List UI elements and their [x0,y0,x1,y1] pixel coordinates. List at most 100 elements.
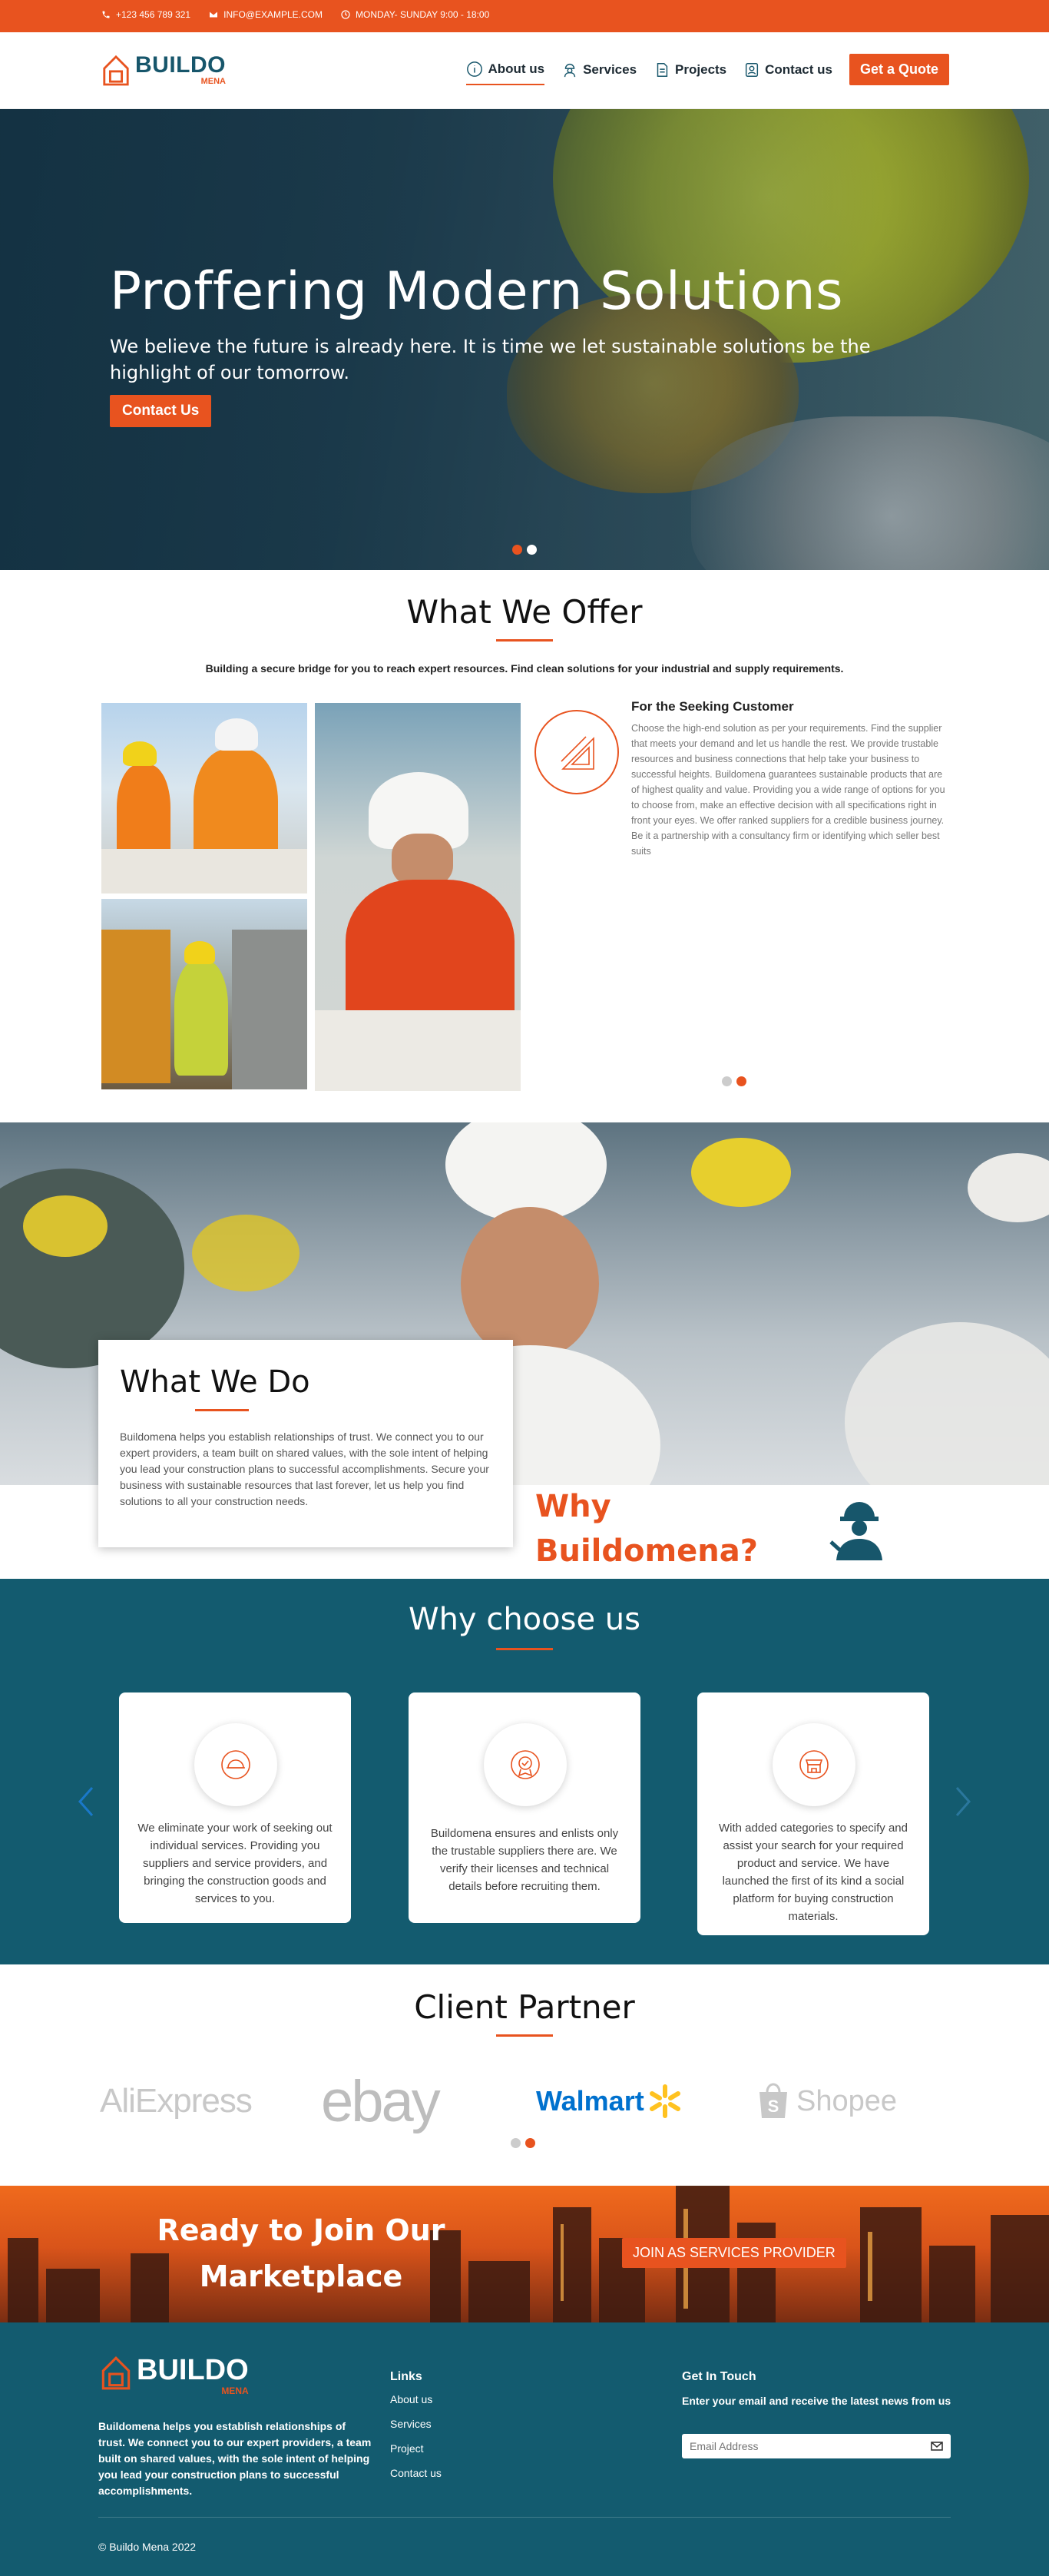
why-choose-us-underline [496,1648,553,1650]
carousel-next-arrow[interactable] [954,1786,972,1817]
why-choose-us-section: Why choose us We eliminate your work of … [0,1579,1049,1964]
what-we-do-card: What We Do Buildomena helps you establis… [98,1340,513,1547]
carousel-prev-arrow[interactable] [77,1786,95,1817]
logo-wordmark: BUILDO [135,52,226,78]
get-a-quote-button[interactable]: Get a Quote [849,54,949,85]
workers-reviewing-plans-image [101,703,307,893]
nav-label: Contact us [765,61,832,77]
phone-icon [102,11,110,18]
footer-logo[interactable]: BUILDO MENA [100,2353,249,2396]
worker-on-scaffold-image [101,899,307,1089]
helmet-icon [194,1723,277,1806]
why-card: Buildomena ensures and enlists only the … [409,1692,640,1923]
footer-about-text: Buildomena helps you establish relations… [98,2420,372,2497]
slider-dot[interactable] [527,545,537,555]
offer-subtitle: Building a secure bridge for you to reac… [205,662,844,675]
hero-title: Proffering Modern Solutions [110,261,844,322]
shopee-logo[interactable]: S Shopee [756,2067,897,2136]
phone-contact[interactable]: +123 456 789 321 [101,9,190,20]
svg-text:S: S [768,2097,779,2116]
shopping-bag-icon: S [759,2083,787,2118]
footer-link-contact[interactable]: Contact us [390,2467,442,2479]
why-card: We eliminate your work of seeking out in… [119,1692,351,1923]
footer-logo-wordmark: BUILDO [137,2354,249,2386]
phone-number: +123 456 789 321 [116,9,191,20]
nav-about-us[interactable]: About us [466,55,545,85]
footer-link-project[interactable]: Project [390,2442,442,2455]
store-icon [773,1723,855,1806]
why-line: Buildomena? [535,1533,758,1569]
site-footer: BUILDO MENA Buildomena helps you establi… [0,2322,1049,2576]
why-choose-us-title: Why choose us [409,1602,640,1637]
offer-card-text: Choose the high-end solution as per your… [631,723,945,857]
slider-dot[interactable] [512,545,522,555]
cta-title: Ready to Join Our Marketplace [157,2213,445,2293]
partner-logos: AliExpress ebay Walmart S Shopee [0,2067,1049,2136]
nav-services[interactable]: Services [561,55,637,85]
client-partner-title: Client Partner [414,1988,635,2026]
offer-title: What We Offer [406,593,643,631]
footer-link-about[interactable]: About us [390,2393,442,2405]
newsletter-email-field[interactable] [682,2434,951,2458]
email-address: INFO@EXAMPLE.COM [223,9,323,20]
worker-helmet-icon [829,1502,882,1560]
join-as-provider-button[interactable]: JOIN AS SERVICES PROVIDER [622,2238,846,2268]
hero-slider-dots [512,545,537,555]
opening-hours: MONDAY- SUNDAY 9:00 - 18:00 [341,9,489,20]
clock-icon [341,10,350,19]
why-line: Why [535,1489,611,1524]
contact-card-icon [746,62,759,77]
shopee-wordmark: Shopee [796,2084,898,2117]
copyright-text: © Buildo Mena 2022 [98,2541,197,2553]
house-logo-icon [103,55,129,86]
footer-links: About us Services Project Contact us [390,2393,442,2491]
site-logo[interactable]: BUILDO MENA [101,52,226,88]
why-card-text: With added categories to specify and ass… [719,1822,908,1923]
walmart-spark-icon [649,2084,680,2118]
nav-label: Services [583,61,637,77]
logo-sub: MENA [200,77,226,86]
hours-text: MONDAY- SUNDAY 9:00 - 18:00 [355,9,490,20]
what-we-do-text: Buildomena helps you establish relations… [120,1431,489,1507]
what-we-do-title: What We Do [120,1364,310,1400]
nav-label: Projects [675,61,727,77]
engineer-drafting-image [315,703,521,1091]
marketplace-cta-banner: Ready to Join Our Marketplace JOIN AS SE… [0,2186,1049,2322]
nav-projects[interactable]: Projects [654,55,726,85]
email-contact[interactable]: INFO@EXAMPLE.COM [209,9,323,20]
hero-contact-button[interactable]: Contact Us [110,395,212,427]
footer-divider [98,2517,951,2518]
envelope-icon [210,12,218,18]
nav-contact-us[interactable]: Contact us [743,55,832,85]
why-card-text: Buildomena ensures and enlists only the … [430,1827,619,1893]
slider-dot[interactable] [736,1076,746,1086]
why-buildomena-heading: Why Buildomena? [535,1484,758,1573]
walmart-logo[interactable]: Walmart [536,2067,683,2136]
hero-subtitle: We believe the future is already here. I… [110,336,871,383]
newsletter-text: Enter your email and receive the latest … [682,2395,951,2407]
offer-card-title: For the Seeking Customer [631,699,794,714]
set-square-icon [534,710,619,794]
envelope-icon[interactable] [931,2440,943,2452]
site-header: BUILDO MENA About us Services Projects C… [0,32,1049,109]
house-logo-icon [101,2356,131,2390]
footer-logo-sub: MENA [221,2385,249,2396]
hero-slider: Proffering Modern Solutions We believe t… [0,109,1049,570]
ebay-logo[interactable]: ebay [321,2067,441,2136]
footer-contact-title: Get In Touch [682,2370,756,2383]
email-input[interactable] [690,2438,920,2454]
worker-icon [564,63,576,77]
slider-dot[interactable] [511,2138,521,2148]
slider-dot[interactable] [525,2138,535,2148]
nav-label: About us [488,61,545,76]
footer-links-title: Links [390,2370,422,2383]
slider-dot[interactable] [722,1076,732,1086]
offer-title-underline [496,639,553,642]
why-card: With added categories to specify and ass… [697,1692,929,1935]
walmart-wordmark: Walmart [536,2085,644,2117]
why-card-text: We eliminate your work of seeking out in… [137,1822,333,1905]
aliexpress-logo[interactable]: AliExpress [100,2067,253,2136]
partner-slider-dots [511,2138,535,2148]
footer-link-services[interactable]: Services [390,2418,442,2430]
document-icon [657,62,668,77]
